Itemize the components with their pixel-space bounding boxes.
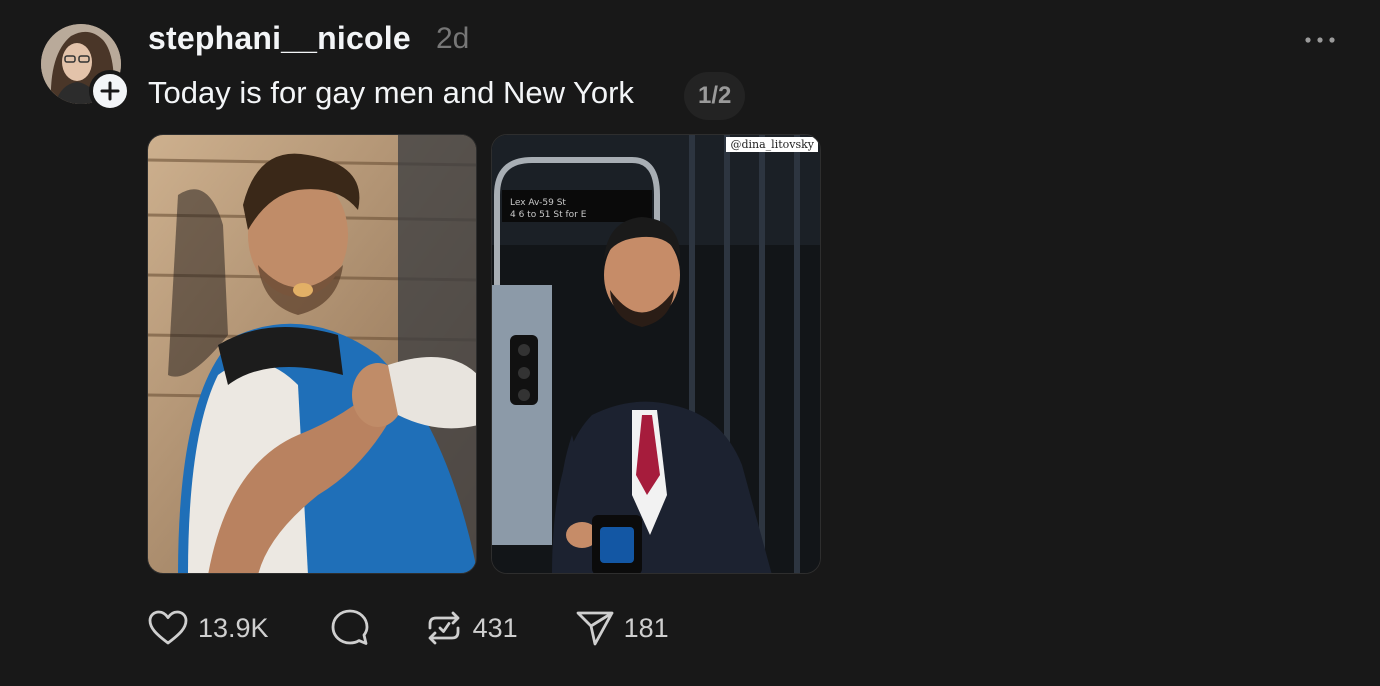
like-count: 13.9K <box>198 612 269 643</box>
page-indicator: 1/2 <box>684 72 746 120</box>
repost-button[interactable]: 431 <box>425 609 518 647</box>
comment-button[interactable] <box>331 609 369 647</box>
svg-text:4 6 to 51 St for E: 4 6 to 51 St for E <box>510 210 587 220</box>
share-icon <box>576 611 614 646</box>
photo-credit: @dina_litovsky <box>726 137 818 152</box>
action-bar: 13.9K 431 181 <box>148 608 669 648</box>
post-caption: Today is for gay men and New York <box>148 75 634 110</box>
plus-icon <box>100 81 120 101</box>
username-link[interactable]: stephani__nicole <box>148 20 411 57</box>
share-button[interactable]: 181 <box>576 610 669 646</box>
share-count: 181 <box>623 612 669 643</box>
photo-man-eating <box>148 135 476 573</box>
post-image-1[interactable] <box>147 134 477 574</box>
thread-post: stephani__nicole 2d Today is for gay men… <box>0 0 1380 686</box>
more-options-button[interactable] <box>1300 26 1340 54</box>
more-icon <box>1305 37 1335 43</box>
repost-icon <box>428 611 459 645</box>
like-button[interactable]: 13.9K <box>148 610 269 646</box>
avatar-container <box>41 24 131 112</box>
photo-man-subway: Lex Av-59 St 4 6 to 51 St for E <box>492 135 820 573</box>
svg-text:Lex Av-59 St: Lex Av-59 St <box>510 198 566 208</box>
repost-count: 431 <box>472 612 518 643</box>
follow-button[interactable] <box>89 70 131 112</box>
comment-icon <box>331 609 368 645</box>
post-image-2[interactable]: Lex Av-59 St 4 6 to 51 St for E @dina_li… <box>491 134 821 574</box>
heart-icon <box>148 610 188 645</box>
post-timestamp: 2d <box>436 22 470 55</box>
